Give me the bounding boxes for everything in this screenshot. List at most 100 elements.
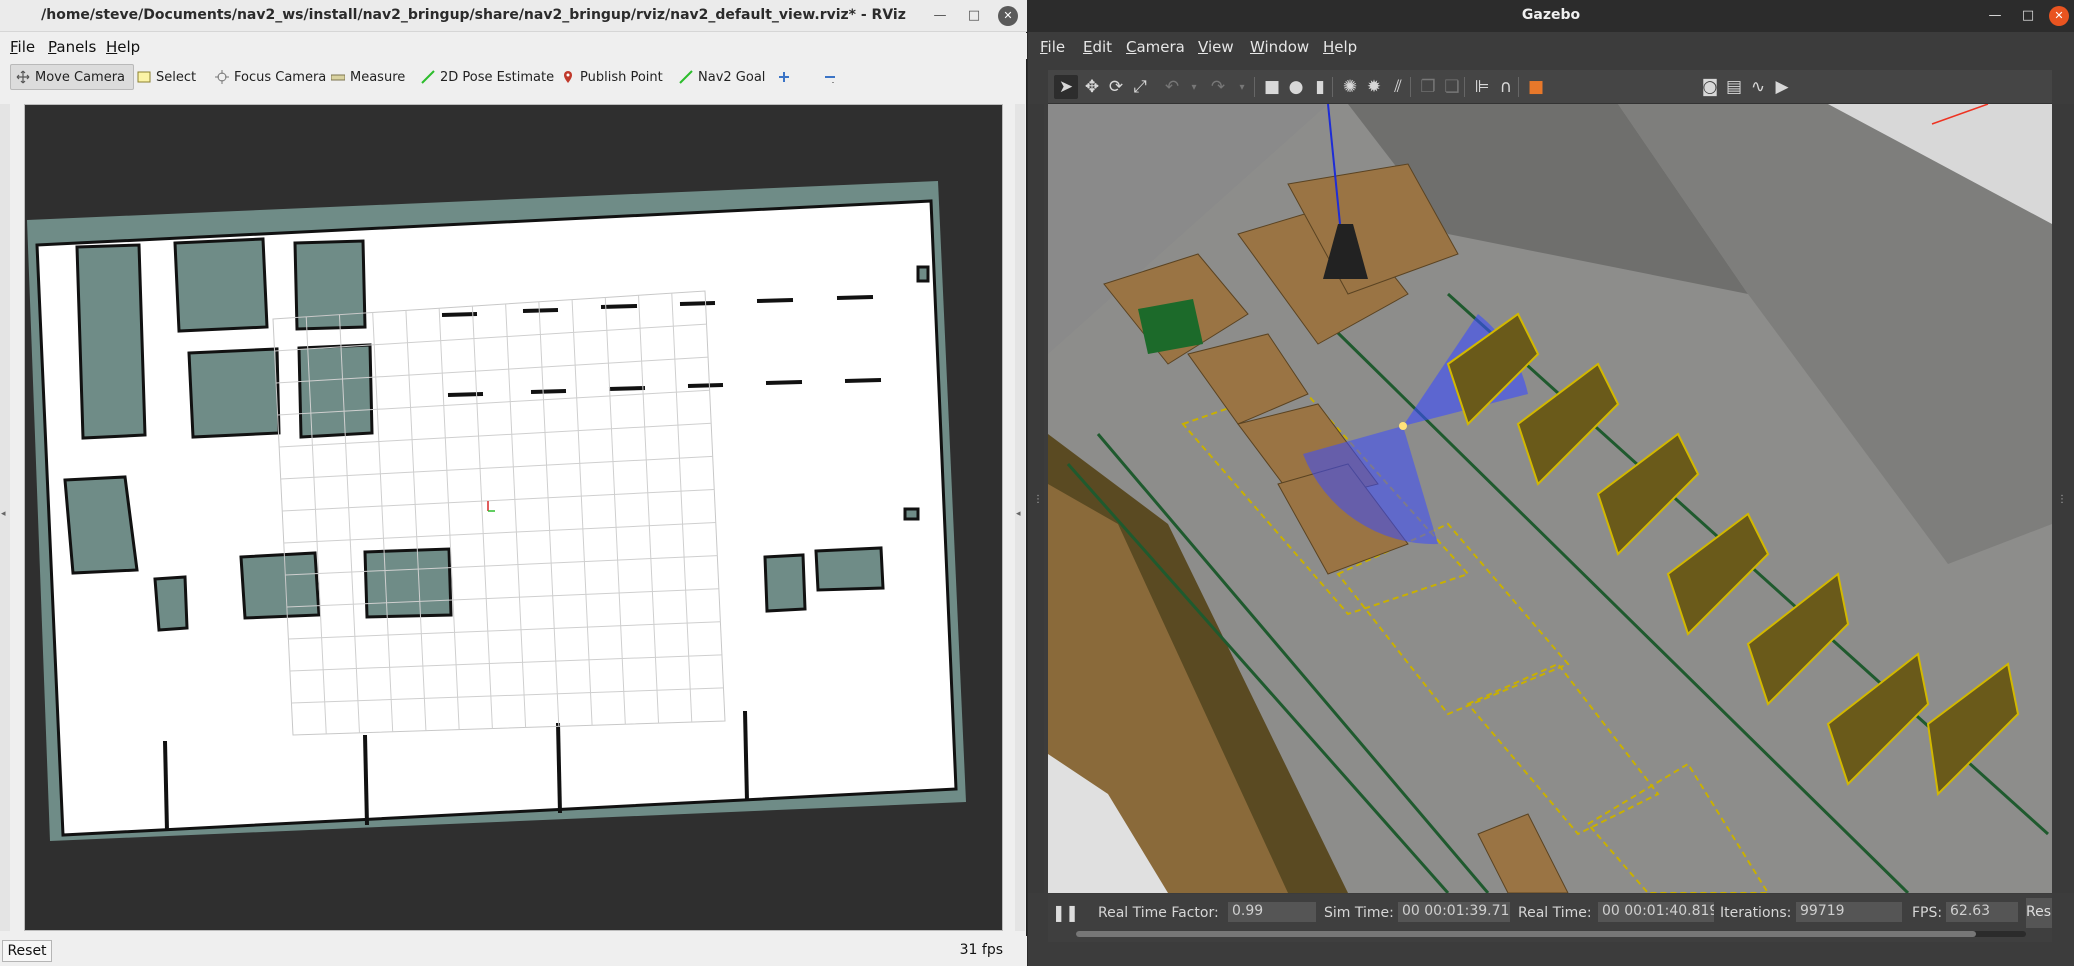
- rviz-fps: 31 fps: [959, 942, 1003, 958]
- rviz-3d-view[interactable]: [24, 104, 1003, 931]
- warehouse-scene: [1048, 104, 2052, 893]
- left-dock-handle[interactable]: ◂: [0, 104, 10, 931]
- cylinder-shape-icon[interactable]: ▮: [1308, 75, 1332, 99]
- add-tool-button[interactable]: [772, 64, 796, 90]
- menu-file-label: ile: [17, 38, 36, 56]
- gz-menu-help[interactable]: Help: [1323, 38, 1357, 56]
- gz-menu-edit-label: dit: [1092, 38, 1113, 56]
- chevron-left-icon: ◂: [1, 509, 6, 519]
- gz-menu-view-mnemonic: V: [1198, 38, 1208, 56]
- publish-point-icon: [564, 71, 572, 83]
- iterations-label: Iterations:: [1720, 905, 1792, 921]
- rotate-mode-icon[interactable]: ⟳: [1104, 75, 1128, 99]
- menu-file-mnemonic: F: [10, 38, 18, 56]
- gazebo-menubar: File Edit Camera View Window Help: [1028, 32, 2074, 62]
- copy-icon[interactable]: ❐: [1416, 75, 1440, 99]
- redo-history-icon[interactable]: ▾: [1230, 75, 1254, 99]
- maximize-icon[interactable]: □: [2018, 6, 2038, 26]
- chevron-icon: ⋮: [1033, 494, 1043, 505]
- right-dock-handle[interactable]: ◂: [1015, 104, 1025, 931]
- horizontal-scrollbar[interactable]: [1076, 931, 2026, 937]
- translate-mode-icon[interactable]: ✥: [1080, 75, 1104, 99]
- tool-focus-camera-label: Focus Camera: [234, 69, 327, 85]
- toolbar-separator: [1464, 77, 1465, 97]
- gazebo-3d-scene[interactable]: [1048, 104, 2052, 893]
- point-light-icon[interactable]: ✺: [1338, 75, 1362, 99]
- paste-icon[interactable]: ❏: [1440, 75, 1464, 99]
- menu-file[interactable]: File: [10, 38, 35, 56]
- scale-mode-icon[interactable]: ⤢: [1128, 75, 1152, 99]
- screenshot-icon[interactable]: ◙: [1698, 75, 1722, 99]
- gz-menu-help-label: elp: [1334, 38, 1358, 56]
- gz-menu-camera-mnemonic: C: [1126, 38, 1137, 56]
- tool-measure[interactable]: Measure: [326, 64, 410, 90]
- gz-menu-view[interactable]: View: [1198, 38, 1234, 56]
- redo-icon[interactable]: ↷: [1206, 75, 1230, 99]
- nav2-goal-icon: [679, 70, 693, 84]
- gz-menu-file[interactable]: File: [1040, 38, 1065, 56]
- gazebo-right-panel-handle[interactable]: ⋮: [2052, 104, 2074, 893]
- pause-icon[interactable]: ❚❚: [1052, 902, 1079, 924]
- reset-button[interactable]: Reset: [2, 940, 52, 962]
- select-mode-icon[interactable]: ➤: [1054, 75, 1078, 99]
- sphere-shape-icon[interactable]: ●: [1284, 75, 1308, 99]
- sim-time-value: 00 00:01:39.719: [1398, 902, 1510, 922]
- robot-model: [1399, 422, 1407, 430]
- tool-nav2-goal[interactable]: Nav2 Goal: [674, 64, 770, 90]
- snap-icon[interactable]: ∩: [1494, 75, 1518, 99]
- rviz-menubar: File Panels Help: [0, 33, 1027, 59]
- video-record-icon[interactable]: ▶: [1770, 75, 1794, 99]
- undo-history-icon[interactable]: ▾: [1182, 75, 1206, 99]
- gz-menu-file-label: ile: [1047, 38, 1066, 56]
- menu-panels[interactable]: Panels: [48, 38, 96, 56]
- undo-icon[interactable]: ↶: [1160, 75, 1184, 99]
- gazebo-left-panel-handle[interactable]: ⋮: [1028, 104, 1044, 893]
- gz-menu-window[interactable]: Window: [1250, 38, 1309, 56]
- fps-value: 62.63: [1946, 902, 2018, 922]
- gz-menu-file-mnemonic: F: [1040, 38, 1048, 56]
- reset-time-button[interactable]: Res: [2026, 898, 2052, 928]
- tool-move-camera[interactable]: Move Camera: [10, 64, 134, 90]
- menu-panels-label: anels: [56, 38, 97, 56]
- rviz-titlebar[interactable]: /home/steve/Documents/nav2_ws/install/na…: [0, 0, 1027, 32]
- plus-icon: [779, 72, 789, 82]
- box-shape-icon[interactable]: ■: [1260, 75, 1284, 99]
- log-icon[interactable]: ▤: [1722, 75, 1746, 99]
- gazebo-titlebar[interactable]: Gazebo — □ ✕: [1028, 0, 2074, 32]
- tool-publish-point[interactable]: Publish Point: [556, 64, 668, 90]
- chevron-icon: ⋮: [2057, 494, 2067, 505]
- rtf-label: Real Time Factor:: [1098, 905, 1219, 921]
- gz-menu-edit[interactable]: Edit: [1083, 38, 1112, 56]
- directional-light-icon[interactable]: ⫽: [1386, 75, 1410, 99]
- tool-publish-point-label: Publish Point: [580, 69, 663, 85]
- measure-icon: [331, 74, 345, 81]
- menu-help[interactable]: Help: [106, 38, 140, 56]
- plot-icon[interactable]: ∿: [1746, 75, 1770, 99]
- rtf-value: 0.99: [1228, 902, 1316, 922]
- gz-menu-camera[interactable]: Camera: [1126, 38, 1185, 56]
- map-free-area: [35, 199, 958, 837]
- scrollbar-thumb[interactable]: [1076, 931, 1976, 937]
- tool-select[interactable]: Select: [132, 64, 201, 90]
- real-time-label: Real Time:: [1518, 905, 1592, 921]
- tool-focus-camera[interactable]: Focus Camera: [210, 64, 331, 90]
- rviz-window: /home/steve/Documents/nav2_ws/install/na…: [0, 0, 1027, 966]
- tool-measure-label: Measure: [350, 69, 406, 85]
- remove-tool-button[interactable]: [818, 64, 842, 90]
- close-icon[interactable]: ✕: [998, 6, 1018, 26]
- sim-time-label: Sim Time:: [1324, 905, 1394, 921]
- toolbar-separator: [1410, 77, 1411, 97]
- minimize-icon[interactable]: —: [930, 6, 950, 26]
- close-icon[interactable]: ✕: [2049, 6, 2069, 26]
- maximize-icon[interactable]: □: [964, 6, 984, 26]
- change-view-icon[interactable]: ■: [1524, 75, 1548, 99]
- gz-menu-help-mnemonic: H: [1323, 38, 1335, 56]
- align-icon[interactable]: ⊫: [1470, 75, 1494, 99]
- minimize-icon[interactable]: —: [1985, 6, 2005, 26]
- gazebo-window-title: Gazebo: [1521, 7, 1581, 23]
- toolbar-separator: [1254, 77, 1255, 97]
- gz-menu-camera-label: amera: [1136, 38, 1185, 56]
- pose-estimate-icon: [421, 70, 435, 84]
- spot-light-icon[interactable]: ✹: [1362, 75, 1386, 99]
- tool-2d-pose-estimate[interactable]: 2D Pose Estimate: [416, 64, 559, 90]
